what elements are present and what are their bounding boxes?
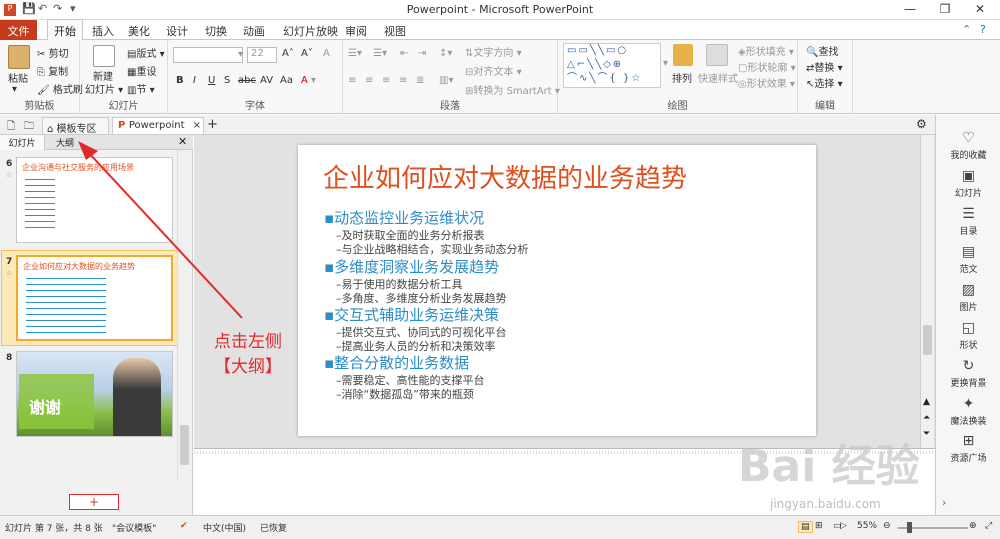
image-icon: ▨ <box>961 282 976 298</box>
slides-icon: ▣ <box>961 168 976 184</box>
right-panel-magic[interactable]: ✦ 魔法换装 <box>936 396 1000 427</box>
list-icon: ☰ <box>962 206 975 222</box>
spellcheck-icon[interactable]: ✔ <box>180 521 188 531</box>
text-icon: ▤ <box>961 244 976 260</box>
watermark-url: jingyan.baidu.com <box>770 497 881 511</box>
right-panel-shapes[interactable]: ◱ 形状 <box>936 320 1000 351</box>
zoom-slider-thumb[interactable] <box>907 522 912 533</box>
right-panel-background[interactable]: ↻ 更换背景 <box>936 358 1000 389</box>
normal-view-icon[interactable]: ▤ <box>798 521 813 533</box>
watermark-logo: Bai 经验 <box>738 441 920 492</box>
grid-icon: ⊞ <box>962 433 975 449</box>
annotation-line-1: 点击左侧 <box>214 332 282 352</box>
status-recovered: 已恢复 <box>260 524 288 534</box>
zoom-out-icon[interactable]: ⊖ <box>883 521 891 531</box>
annotation-line-2: 【大纲】 <box>214 357 282 377</box>
status-language[interactable]: 中文(中国) <box>203 521 246 534</box>
collapse-panel-icon[interactable]: › <box>942 496 946 509</box>
annotation-arrow-line <box>87 151 243 319</box>
right-task-panel: ♡ 我的收藏 ▣ 幻灯片 ☰ 目录 ▤ 范文 ▨ 图片 ◱ 形状 ↻ 更换背景 ✦ 魔法换装 ⊞… <box>935 115 1000 515</box>
heart-icon: ♡ <box>962 130 975 146</box>
status-slide-info: 幻灯片 第 7 张，共 8 张 <box>5 524 103 534</box>
right-panel-images[interactable]: ▨ 图片 <box>936 282 1000 313</box>
right-panel-slides[interactable]: ▣ 幻灯片 <box>936 168 1000 199</box>
zoom-in-icon[interactable]: ⊕ <box>969 521 977 531</box>
right-panel-favorites[interactable]: ♡ 我的收藏 <box>936 130 1000 161</box>
status-bar: 幻灯片 第 7 张，共 8 张 "会议模板" ✔ 中文(中国) 已恢复 ▤ ⊞ … <box>0 515 1000 539</box>
annotation-arrowhead <box>78 141 98 160</box>
slide-sorter-icon[interactable]: ⊞ <box>815 521 823 531</box>
magic-icon: ✦ <box>962 396 975 412</box>
right-panel-templates[interactable]: ▤ 范文 <box>936 244 1000 275</box>
refresh-icon: ↻ <box>962 358 975 374</box>
right-panel-toc[interactable]: ☰ 目录 <box>936 206 1000 237</box>
slideshow-view-icon[interactable]: ▷ <box>840 521 847 531</box>
annotation-text: 点击左侧 【大纲】 <box>208 330 288 380</box>
shape-icon: ◱ <box>961 320 976 336</box>
status-theme: "会议模板" <box>112 524 157 534</box>
fit-to-window-icon[interactable]: ⤢ <box>985 521 992 531</box>
right-panel-resources[interactable]: ⊞ 资源广场 <box>936 433 1000 464</box>
status-zoom[interactable]: 55% <box>857 521 877 531</box>
